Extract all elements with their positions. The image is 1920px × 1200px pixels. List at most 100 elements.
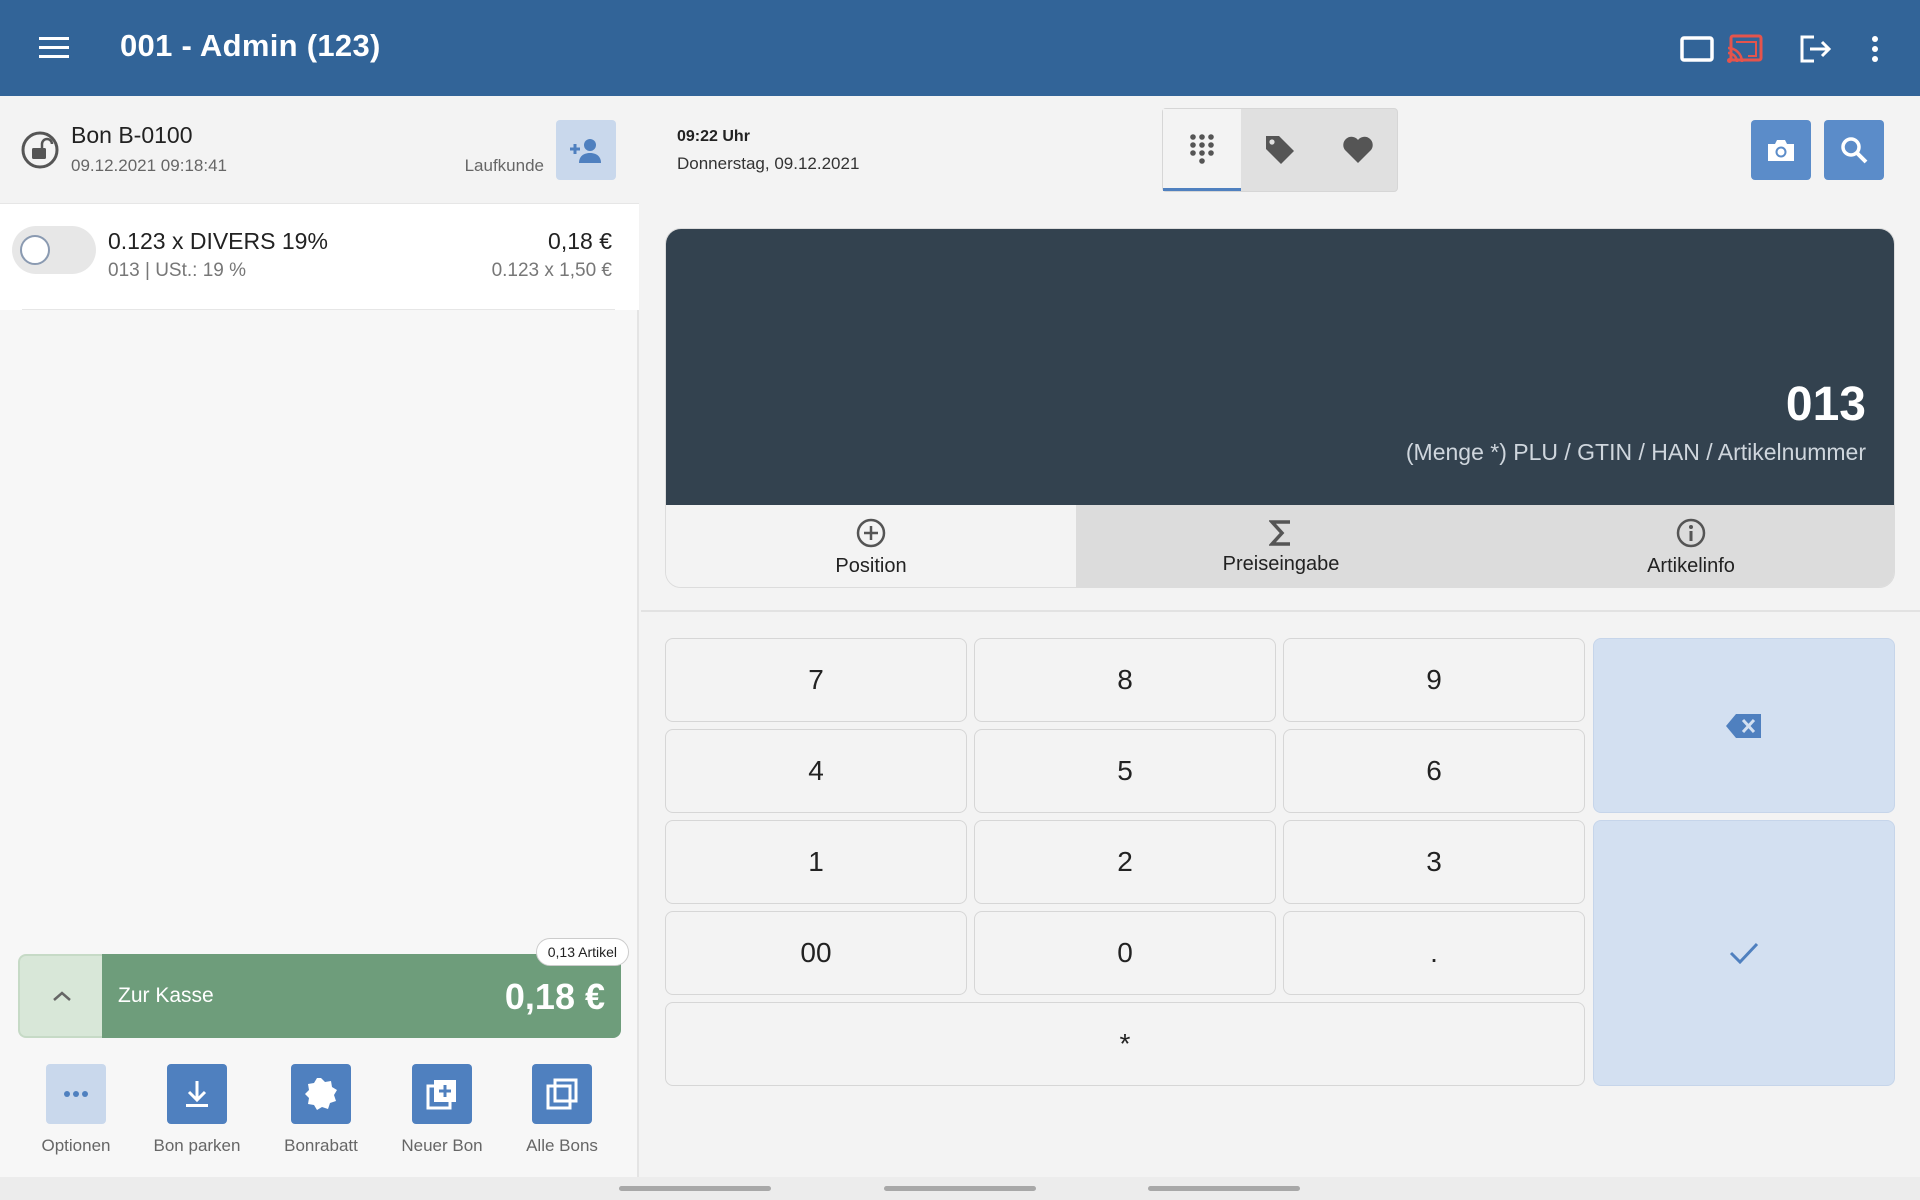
camera-button[interactable] — [1751, 120, 1811, 180]
divider — [22, 309, 615, 310]
checkout-total: 0,18 € — [504, 976, 605, 1017]
download-icon — [186, 1081, 208, 1107]
new-receipt-button[interactable]: Neuer Bon — [382, 1064, 502, 1156]
key-8[interactable]: 8 — [974, 638, 1276, 722]
more-options-button[interactable] — [1854, 28, 1896, 70]
stack-icon — [546, 1078, 578, 1110]
checkout-button[interactable]: Zur Kasse 0,18 € 0,13 Artikel — [102, 938, 629, 1038]
more-vertical-icon — [1872, 36, 1878, 62]
display-window-button[interactable] — [1676, 28, 1718, 70]
nav-handle-center[interactable] — [884, 1186, 1036, 1191]
expand-receipt-button[interactable] — [18, 954, 104, 1038]
logout-icon — [1800, 35, 1832, 63]
mode-position[interactable]: Position — [666, 505, 1076, 587]
nav-handle-right[interactable] — [1148, 1186, 1300, 1191]
more-horizontal-icon — [64, 1091, 88, 1097]
key-4[interactable]: 4 — [665, 729, 967, 813]
unlock-icon — [21, 131, 59, 169]
checkout-bar: Zur Kasse 0,18 € 0,13 Artikel — [18, 938, 629, 1038]
receipt-discount-button[interactable]: Bonrabatt — [261, 1064, 381, 1156]
add-person-icon — [570, 139, 601, 163]
receipt-actions: Optionen Bon parken Bonrabatt Neuer Bon … — [0, 1064, 639, 1174]
current-date: Donnerstag, 09.12.2021 — [677, 154, 860, 173]
new-receipt-label: Neuer Bon — [401, 1136, 483, 1155]
park-receipt-button[interactable]: Bon parken — [137, 1064, 257, 1156]
line-item-details: 013 | USt.: 19 % — [108, 260, 247, 281]
check-icon — [1729, 942, 1759, 964]
item-count-badge: 0,13 Artikel — [535, 938, 629, 966]
mode-article-info-label: Artikelinfo — [1647, 554, 1735, 577]
tab-favorites[interactable] — [1319, 109, 1397, 191]
line-item-name: 0.123 x DIVERS 19% — [108, 228, 328, 254]
line-item-calculation: 0.123 x 1,50 € — [491, 260, 612, 281]
key-multiply[interactable]: * — [665, 1002, 1585, 1086]
input-mode-tabs — [1162, 108, 1398, 192]
options-button[interactable]: Optionen — [16, 1064, 136, 1156]
nav-handle-left[interactable] — [619, 1186, 771, 1191]
mode-price-entry[interactable]: Preiseingabe — [1076, 505, 1486, 587]
key-3[interactable]: 3 — [1283, 820, 1585, 904]
key-00[interactable]: 00 — [665, 911, 967, 995]
current-time: 09:22 Uhr — [677, 128, 750, 145]
mode-price-entry-label: Preiseingabe — [1222, 552, 1340, 575]
discount-badge-icon — [305, 1078, 337, 1110]
menu-button[interactable] — [34, 30, 74, 66]
camera-icon — [1768, 140, 1794, 161]
options-label: Optionen — [41, 1136, 111, 1155]
key-9[interactable]: 9 — [1283, 638, 1585, 722]
app-bar: 001 - Admin (123) — [0, 0, 1920, 96]
confirm-button[interactable] — [1593, 820, 1895, 1086]
info-icon — [1676, 518, 1706, 547]
toggle-knob — [20, 235, 50, 265]
receipt-panel: Bon B-0100 09.12.2021 09:18:41 Laufkunde… — [0, 96, 639, 1177]
add-customer-button[interactable] — [556, 120, 616, 180]
key-1[interactable]: 1 — [665, 820, 967, 904]
backspace-button[interactable] — [1593, 638, 1895, 813]
backspace-icon — [1726, 713, 1761, 738]
mode-article-info[interactable]: Artikelinfo — [1486, 505, 1894, 587]
all-receipts-icon-box — [532, 1064, 592, 1124]
receipt-discount-icon-box — [291, 1064, 351, 1124]
numeric-keypad: 7 8 9 4 5 6 1 2 3 00 0 . * — [665, 638, 1895, 1088]
sigma-icon — [1269, 519, 1290, 546]
park-receipt-icon-box — [167, 1064, 227, 1124]
receipt-header: Bon B-0100 09.12.2021 09:18:41 Laufkunde — [0, 96, 639, 204]
search-button[interactable] — [1824, 120, 1884, 180]
key-2[interactable]: 2 — [974, 820, 1276, 904]
chevron-up-icon — [53, 991, 71, 1001]
tab-dialpad[interactable] — [1163, 109, 1241, 191]
app-title: 001 - Admin (123) — [120, 28, 381, 63]
key-7[interactable]: 7 — [665, 638, 967, 722]
menu-icon — [39, 37, 69, 58]
display-window-icon — [1680, 36, 1714, 62]
divider — [641, 610, 1920, 612]
heart-icon — [1343, 136, 1373, 163]
search-icon — [1841, 137, 1868, 164]
add-document-icon — [426, 1080, 456, 1110]
line-item[interactable]: 0.123 x DIVERS 19% 013 | USt.: 19 % 0,18… — [0, 204, 639, 310]
key-6[interactable]: 6 — [1283, 729, 1585, 813]
tab-tags[interactable] — [1241, 109, 1319, 191]
logout-button[interactable] — [1794, 28, 1836, 70]
all-receipts-button[interactable]: Alle Bons — [502, 1064, 622, 1156]
line-item-select-toggle[interactable] — [12, 226, 96, 274]
options-icon-box — [46, 1064, 106, 1124]
entry-hint: (Menge *) PLU / GTIN / HAN / Artikelnumm… — [1405, 439, 1866, 465]
all-receipts-label: Alle Bons — [526, 1136, 598, 1155]
unlock-button[interactable] — [20, 130, 60, 170]
park-receipt-label: Bon parken — [153, 1136, 241, 1155]
new-receipt-icon-box — [412, 1064, 472, 1124]
entry-screen: 013 (Menge *) PLU / GTIN / HAN / Artikel… — [666, 229, 1894, 505]
entry-value: 013 — [1785, 378, 1866, 431]
key-5[interactable]: 5 — [974, 729, 1276, 813]
cast-icon — [1727, 34, 1763, 63]
key-0[interactable]: 0 — [974, 911, 1276, 995]
dialpad-icon — [1190, 133, 1214, 164]
system-nav-bar — [0, 1177, 1920, 1200]
cast-button[interactable] — [1724, 28, 1766, 70]
receipt-title: Bon B-0100 — [71, 122, 193, 148]
plus-circle-icon — [856, 518, 886, 547]
key-decimal[interactable]: . — [1283, 911, 1585, 995]
customer-label: Laufkunde — [464, 156, 544, 175]
entry-display: 013 (Menge *) PLU / GTIN / HAN / Artikel… — [665, 228, 1895, 588]
